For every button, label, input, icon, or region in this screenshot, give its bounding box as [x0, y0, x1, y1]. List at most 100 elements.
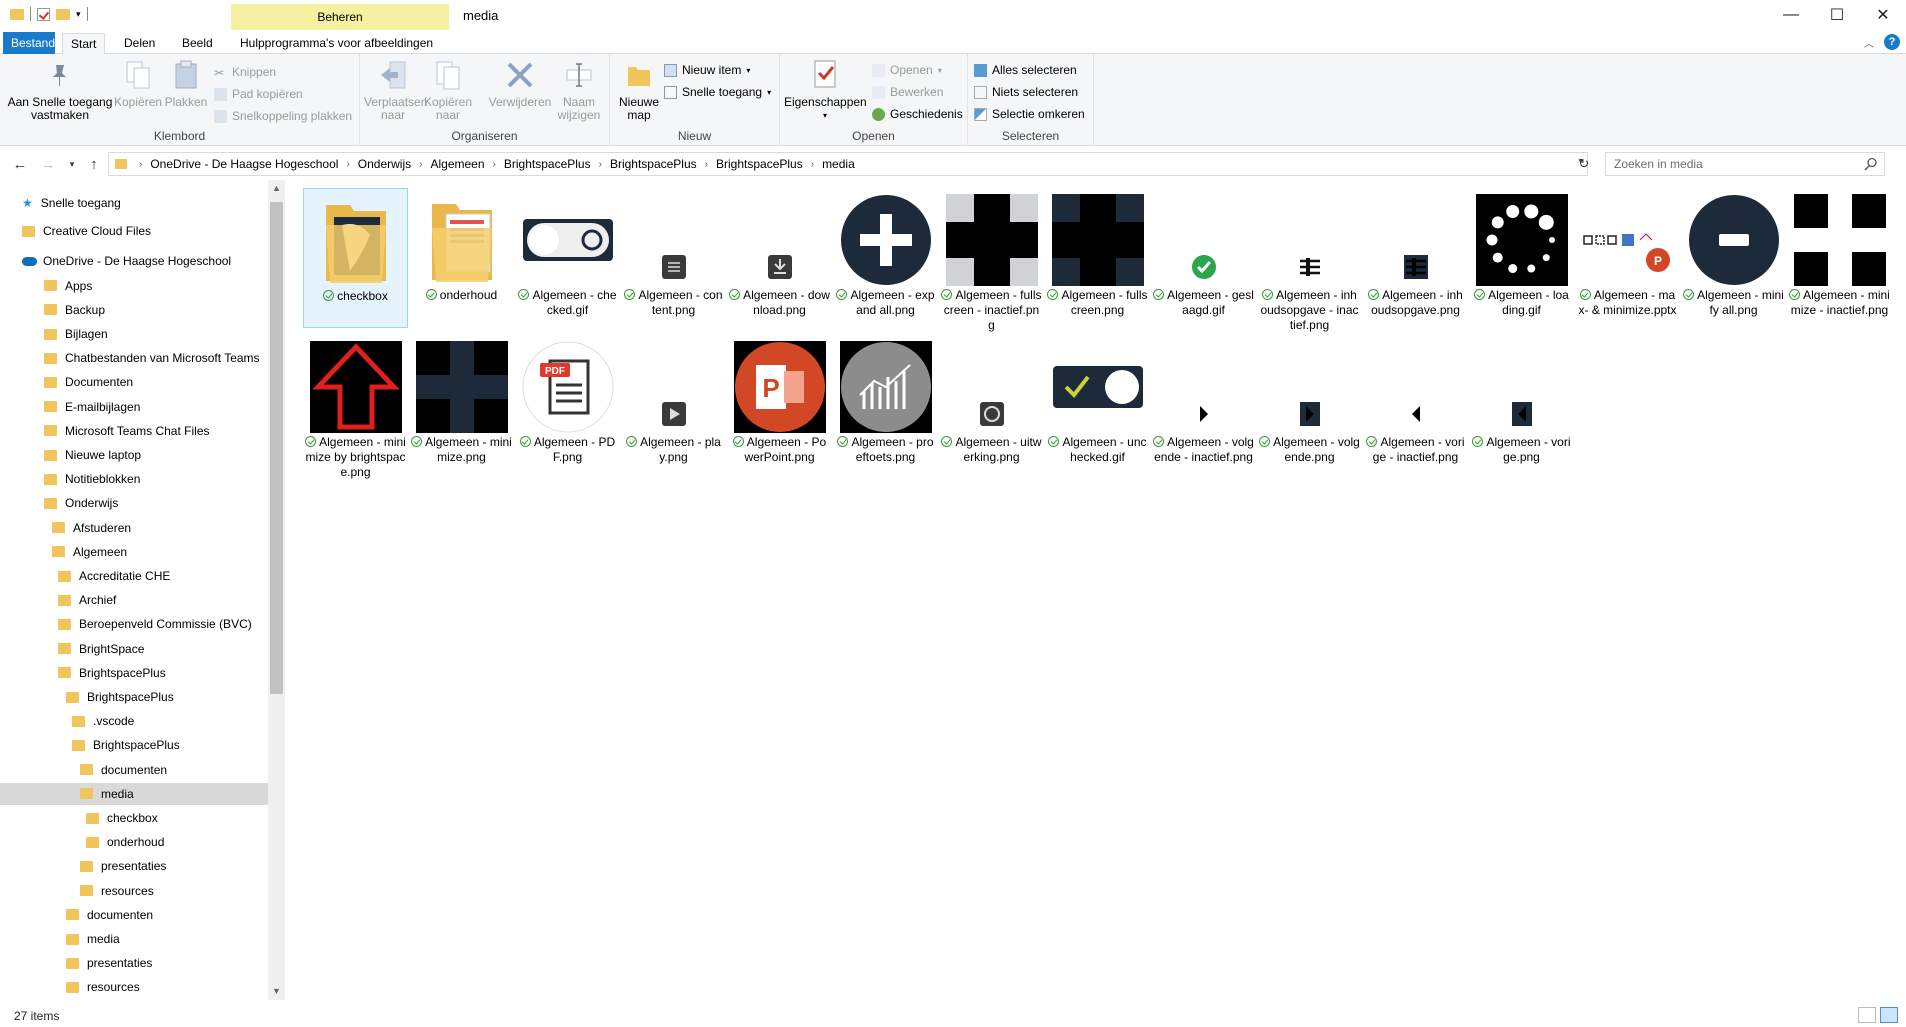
large-icons-view-icon[interactable] — [1880, 1007, 1898, 1023]
rename-button[interactable]: Naam wijzigen — [552, 58, 606, 122]
new-item-button[interactable]: Nieuw item ▾ — [664, 60, 750, 80]
nav-item[interactable]: Chatbestanden van Microsoft Teams — [0, 347, 268, 369]
nav-item[interactable]: checkbox — [0, 807, 268, 829]
paste-button[interactable]: Plakken — [162, 58, 210, 109]
select-all-button[interactable]: Alles selecteren — [974, 60, 1077, 80]
nav-item[interactable]: ★ Snelle toegang — [0, 192, 268, 214]
tab-manage[interactable]: Beheren — [231, 4, 449, 31]
file-item[interactable]: Algemeen - loading.gif — [1469, 188, 1574, 328]
breadcrumb-item[interactable]: BrightspacePlus › — [716, 157, 822, 171]
breadcrumb-item[interactable]: media — [822, 157, 855, 171]
select-none-button[interactable]: Niets selecteren — [974, 82, 1078, 102]
pin-quick-access-button[interactable]: Aan Snelle toegang vastmaken — [6, 58, 114, 122]
nav-item[interactable]: Onderwijs — [0, 492, 268, 514]
file-item[interactable]: Algemeen - download.png — [727, 188, 832, 328]
file-item[interactable]: P Algemeen - max- & minimize.pptx — [1575, 188, 1680, 328]
file-item[interactable]: Algemeen - minimize.png — [409, 335, 514, 475]
file-item[interactable]: Algemeen - fullscreen - inactief.png — [939, 188, 1044, 332]
open-button[interactable]: Openen ▾ — [872, 60, 942, 80]
file-item[interactable]: Algemeen - content.png — [621, 188, 726, 328]
move-to-button[interactable]: Verplaatsen naar — [364, 58, 427, 122]
nav-item[interactable]: Apps — [0, 275, 268, 297]
nav-item[interactable]: Algemeen — [0, 541, 268, 563]
address-bar[interactable]: › OneDrive - De Haagse Hogeschool › Onder… — [108, 152, 1588, 176]
tab-view[interactable]: Beeld — [174, 33, 221, 54]
up-button[interactable]: ↑ — [84, 154, 104, 174]
easy-access-button[interactable]: Snelle toegang ▾ — [664, 82, 771, 102]
close-button[interactable]: ✕ — [1860, 0, 1906, 30]
scroll-down-icon[interactable]: ▼ — [268, 983, 285, 1000]
breadcrumb-item[interactable]: Onderwijs › — [358, 157, 431, 171]
properties-icon[interactable] — [37, 7, 50, 21]
properties-button[interactable]: Eigenschappen ▾ — [784, 58, 867, 122]
nav-item[interactable]: BrightspacePlus — [0, 734, 268, 756]
file-item[interactable]: checkbox — [303, 188, 408, 328]
copy-path-button[interactable]: Pad kopiëren — [214, 84, 303, 104]
nav-item[interactable]: Bijlagen — [0, 323, 268, 345]
file-item[interactable]: P Algemeen - PowerPoint.png — [727, 335, 832, 475]
edit-button[interactable]: Bewerken — [872, 82, 943, 102]
file-item[interactable]: Algemeen - play.png — [621, 335, 726, 475]
breadcrumb-item[interactable]: OneDrive - De Haagse Hogeschool › — [150, 157, 357, 171]
search-input[interactable]: Zoeken in media — [1605, 152, 1885, 176]
file-item[interactable]: PDF Algemeen - PDF.png — [515, 335, 620, 475]
nav-item[interactable]: Backup — [0, 299, 268, 321]
file-item[interactable]: Algemeen - checked.gif — [515, 188, 620, 328]
file-item[interactable]: Algemeen - uitwerking.png — [939, 335, 1044, 475]
paste-shortcut-button[interactable]: Snelkoppeling plakken — [214, 106, 352, 126]
file-item[interactable]: Algemeen - geslaagd.gif — [1151, 188, 1256, 328]
details-view-icon[interactable] — [1858, 1007, 1876, 1023]
history-button[interactable]: Geschiedenis — [872, 104, 963, 124]
file-item[interactable]: Algemeen - proeftoets.png — [833, 335, 938, 475]
scroll-thumb[interactable] — [270, 202, 283, 694]
cut-button[interactable]: ✂ Knippen — [214, 62, 276, 82]
minimize-button[interactable]: — — [1768, 0, 1814, 30]
file-item[interactable]: Algemeen - volgende.png — [1257, 335, 1362, 475]
breadcrumb-item[interactable]: BrightspacePlus › — [610, 157, 716, 171]
new-folder-icon[interactable] — [56, 8, 70, 20]
nav-item[interactable]: Nieuwe laptop — [0, 444, 268, 466]
nav-item[interactable]: BrightspacePlus — [0, 662, 268, 684]
file-item[interactable]: Algemeen - minimize - inactief.png — [1787, 188, 1892, 328]
nav-item[interactable]: media — [0, 782, 268, 805]
help-icon[interactable]: ? — [1884, 34, 1900, 50]
nav-item[interactable]: .vscode — [0, 710, 268, 732]
nav-item[interactable]: Afstuderen — [0, 517, 268, 539]
nav-item[interactable]: media — [0, 928, 268, 950]
forward-button[interactable]: → — [38, 154, 58, 174]
nav-item[interactable]: Notitieblokken — [0, 468, 268, 490]
new-folder-button[interactable]: Nieuwe map — [616, 58, 662, 122]
nav-scrollbar[interactable]: ▲ ▼ — [268, 180, 285, 1000]
tab-picture-tools[interactable]: Hulpprogramma's voor afbeeldingen — [232, 33, 441, 54]
recent-locations-dropdown[interactable]: ▾ — [62, 154, 82, 174]
collapse-ribbon-icon[interactable]: ︿ — [1864, 35, 1874, 50]
file-item[interactable]: Algemeen - unchecked.gif — [1045, 335, 1150, 475]
file-item[interactable]: Algemeen - fullscreen.png — [1045, 188, 1150, 328]
nav-item[interactable]: Beroepenveld Commissie (BVC) — [0, 613, 268, 635]
tab-file[interactable]: Bestand — [3, 32, 55, 54]
nav-item[interactable]: documenten — [0, 759, 268, 781]
file-item[interactable]: Algemeen - vorige - inactief.png — [1363, 335, 1468, 475]
file-item[interactable]: Algemeen - inhoudsopgave - inactief.png — [1257, 188, 1362, 332]
nav-item[interactable]: Archief — [0, 589, 268, 611]
nav-item[interactable]: Accreditatie CHE — [0, 565, 268, 587]
tab-start[interactable]: Start — [62, 33, 106, 55]
nav-item[interactable]: resources — [0, 880, 268, 902]
nav-item[interactable]: Creative Cloud Files — [0, 220, 268, 242]
file-item[interactable]: Algemeen - vorige.png — [1469, 335, 1574, 475]
nav-item[interactable]: OneDrive - De Haagse Hogeschool — [0, 250, 268, 272]
file-item[interactable]: Algemeen - volgende - inactief.png — [1151, 335, 1256, 475]
copy-to-button[interactable]: Kopiëren naar — [422, 58, 474, 122]
scroll-up-icon[interactable]: ▲ — [268, 180, 285, 197]
file-item[interactable]: Algemeen - expand all.png — [833, 188, 938, 328]
tab-share[interactable]: Delen — [116, 33, 163, 54]
invert-selection-button[interactable]: Selectie omkeren — [974, 104, 1085, 124]
copy-button[interactable]: Kopiëren — [114, 58, 162, 109]
breadcrumb-item[interactable]: Algemeen › — [430, 157, 503, 171]
nav-item[interactable]: documenten — [0, 904, 268, 926]
back-button[interactable]: ← — [10, 154, 30, 174]
nav-item[interactable]: BrightspacePlus — [0, 686, 268, 708]
nav-item[interactable]: resources — [0, 976, 268, 998]
nav-item[interactable]: E-mailbijlagen — [0, 396, 268, 418]
delete-button[interactable]: Verwijderen — [488, 58, 552, 109]
